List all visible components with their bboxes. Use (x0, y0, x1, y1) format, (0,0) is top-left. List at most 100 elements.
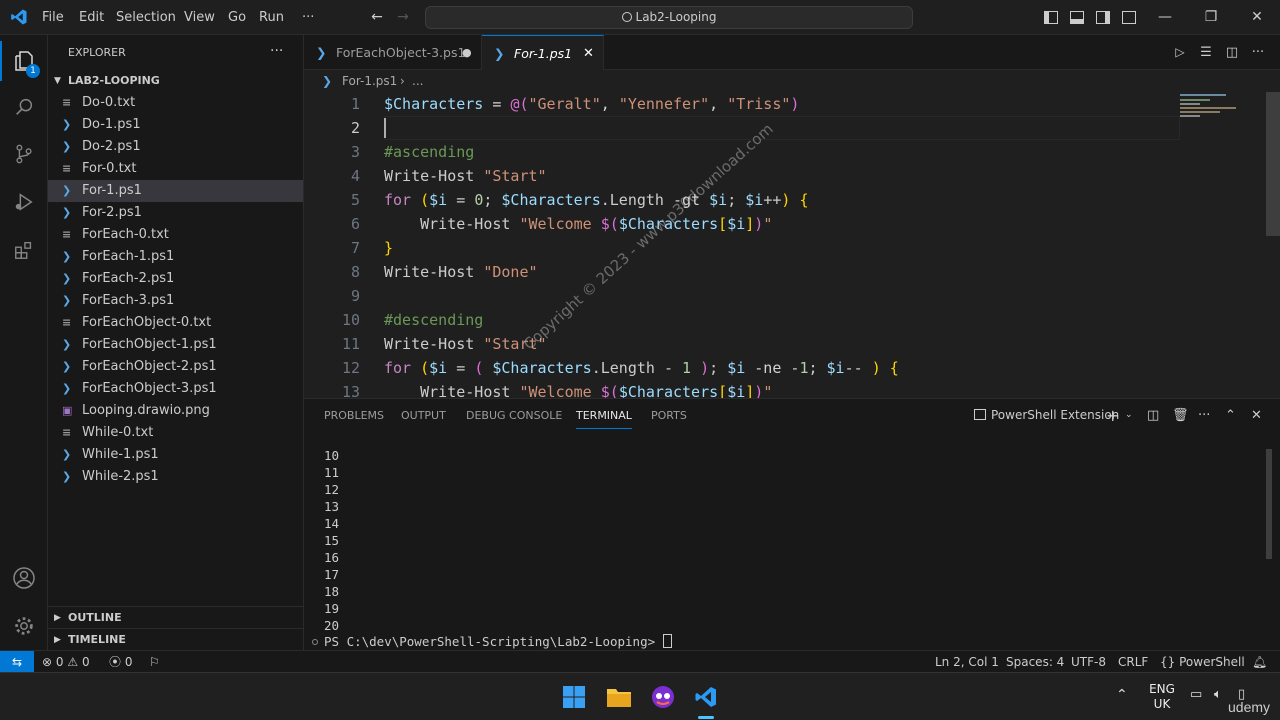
terminal-shell-selector[interactable]: PowerShell Extension (974, 399, 1119, 432)
split-editor-icon[interactable]: ◫ (1222, 35, 1242, 70)
close-window-icon[interactable]: ✕ (1244, 0, 1270, 35)
menu-selection[interactable]: Selection (108, 0, 184, 35)
folder-header[interactable]: ▼ LAB2-LOOPING (48, 70, 303, 92)
input-language[interactable]: ENG UK (1148, 682, 1176, 712)
chevron-up-icon[interactable]: ⌃ (1116, 687, 1128, 703)
editor-scrollbar[interactable] (1266, 92, 1280, 236)
status-bar: ⇆ ⊗ 0 ⚠ 0 ⦿ 0 ⚐ Ln 2, Col 1 Spaces: 4 UT… (0, 650, 1280, 673)
file-item[interactable]: ❯ Do-1.ps1 (48, 114, 303, 136)
breadcrumb-file[interactable]: For-1.ps1 (342, 70, 397, 92)
file-item[interactable]: ❯ ForEach-2.ps1 (48, 268, 303, 290)
toggle-secondary-sidebar-icon[interactable] (1090, 0, 1116, 35)
file-item[interactable]: ≡ While-0.txt (48, 422, 303, 444)
breadcrumb-symbols[interactable]: ... (412, 70, 423, 92)
minimap[interactable] (1180, 92, 1260, 132)
back-arrow-icon[interactable]: ← (364, 0, 390, 35)
file-item[interactable]: ❯ For-2.ps1 (48, 202, 303, 224)
outline-section[interactable]: ▶ OUTLINE (48, 606, 303, 628)
customize-layout-icon[interactable] (1116, 0, 1142, 35)
toggle-sidebar-icon[interactable] (1038, 0, 1064, 35)
menu-file[interactable]: File (34, 0, 72, 35)
powershell-file-icon: ❯ (62, 140, 72, 153)
manage-gear-icon[interactable] (0, 603, 48, 649)
terminal-scrollbar[interactable] (1266, 449, 1272, 559)
unsaved-dot-icon[interactable]: ● (462, 35, 472, 70)
search-view-icon[interactable] (0, 84, 48, 130)
cursor-position[interactable]: Ln 2, Col 1 (935, 651, 999, 673)
tab-terminal[interactable]: TERMINAL (576, 399, 632, 429)
tab-problems[interactable]: PROBLEMS (324, 399, 384, 432)
new-terminal-icon[interactable]: + (1106, 399, 1119, 432)
menu-go[interactable]: Go (220, 0, 254, 35)
show-changes-icon[interactable]: ☰ (1196, 35, 1216, 70)
file-item[interactable]: ❯ ForEach-3.ps1 (48, 290, 303, 312)
powershell-file-icon: ❯ (494, 46, 505, 61)
powershell-file-icon: ❯ (62, 206, 72, 219)
forward-arrow-icon[interactable]: → (390, 0, 416, 35)
close-panel-icon[interactable]: ✕ (1251, 399, 1262, 432)
timeline-section[interactable]: ▶ TIMELINE (48, 628, 303, 650)
tab-output[interactable]: OUTPUT (401, 399, 446, 432)
vscode-taskbar-icon[interactable] (694, 685, 718, 709)
file-item[interactable]: ≡ For-0.txt (48, 158, 303, 180)
toggle-panel-icon[interactable] (1064, 0, 1090, 35)
minimize-icon[interactable]: — (1152, 0, 1178, 35)
problems-status[interactable]: ⊗ 0 ⚠ 0 (42, 651, 90, 673)
file-item[interactable]: ❯ ForEachObject-1.ps1 (48, 334, 303, 356)
file-item[interactable]: ❯ While-1.ps1 (48, 444, 303, 466)
command-center-search[interactable]: Lab2-Looping (425, 6, 913, 29)
menu-run[interactable]: Run (251, 0, 292, 35)
file-name: While-0.txt (82, 425, 154, 440)
menu-view[interactable]: View (176, 0, 223, 35)
file-explorer-icon[interactable] (606, 686, 632, 708)
remote-indicator-icon[interactable]: ⇆ (0, 651, 34, 673)
network-icon[interactable]: ▭ (1190, 687, 1202, 702)
menu-more[interactable]: ··· (294, 0, 322, 35)
restore-icon[interactable]: ❐ (1198, 0, 1224, 35)
file-item[interactable]: ❯ While-2.ps1 (48, 466, 303, 488)
tab-ports[interactable]: PORTS (651, 399, 687, 432)
file-item[interactable]: ❯ For-1.ps1 (48, 180, 303, 202)
run-file-icon[interactable]: ▷ (1170, 35, 1190, 70)
chevron-down-icon[interactable]: ⌄ (1125, 399, 1133, 432)
code-editor[interactable]: 1 2 3 4 5 6 7 8 9 10 11 12 13 $Characters = @("Geral… (304, 92, 1280, 398)
maximize-panel-icon[interactable]: ⌃ (1225, 399, 1236, 432)
tab-foreachobject-3[interactable]: ❯ ForEachObject-3.ps1 ● (304, 35, 482, 70)
accounts-icon[interactable] (0, 555, 48, 601)
menu-edit[interactable]: Edit (71, 0, 112, 35)
source-control-icon[interactable] (0, 131, 48, 177)
windows-start-icon[interactable] (562, 685, 586, 709)
indentation[interactable]: Spaces: 4 (1006, 651, 1064, 673)
file-item[interactable]: ❯ ForEachObject-2.ps1 (48, 356, 303, 378)
line-number: 7 (350, 239, 360, 257)
panel-more-icon[interactable]: ··· (1198, 399, 1210, 432)
explorer-more-icon[interactable]: ··· (270, 35, 283, 70)
terminal-prompt[interactable]: PS C:\dev\PowerShell-Scripting\Lab2-Loop… (324, 633, 672, 650)
file-item[interactable]: ❯ ForEachObject-3.ps1 (48, 378, 303, 400)
file-item[interactable]: ❯ ForEach-1.ps1 (48, 246, 303, 268)
explorer-badge: 1 (26, 64, 40, 78)
file-item[interactable]: ❯ Do-2.ps1 (48, 136, 303, 158)
debug-status-icon[interactable]: ⚐ (149, 651, 160, 673)
ports-status[interactable]: ⦿ 0 (109, 651, 132, 673)
split-terminal-icon[interactable]: ◫ (1147, 399, 1159, 432)
file-item[interactable]: ≡ Do-0.txt (48, 92, 303, 114)
file-item[interactable]: ≡ ForEach-0.txt (48, 224, 303, 246)
tab-for-1[interactable]: ❯ For-1.ps1 ✕ (482, 35, 604, 71)
line-ending[interactable]: CRLF (1118, 651, 1148, 673)
active-app-indicator (698, 716, 714, 719)
editor-more-icon[interactable]: ··· (1248, 35, 1268, 70)
trash-icon[interactable]: 🗑 (1172, 399, 1189, 432)
language-mode[interactable]: {} PowerShell (1160, 651, 1245, 673)
notifications-bell-icon[interactable]: 🔔︎ (1252, 651, 1267, 673)
volume-icon[interactable]: 🔈︎ (1214, 687, 1222, 702)
close-tab-icon[interactable]: ✕ (583, 36, 594, 71)
run-debug-icon[interactable] (0, 179, 48, 225)
file-item[interactable]: ≡ ForEachObject-0.txt (48, 312, 303, 334)
app-icon[interactable] (651, 685, 675, 709)
explorer-icon[interactable]: 1 (0, 38, 48, 84)
file-item[interactable]: ▣ Looping.drawio.png (48, 400, 303, 422)
tab-debug-console[interactable]: DEBUG CONSOLE (466, 399, 562, 432)
extensions-icon[interactable] (0, 227, 48, 273)
encoding[interactable]: UTF-8 (1071, 651, 1106, 673)
